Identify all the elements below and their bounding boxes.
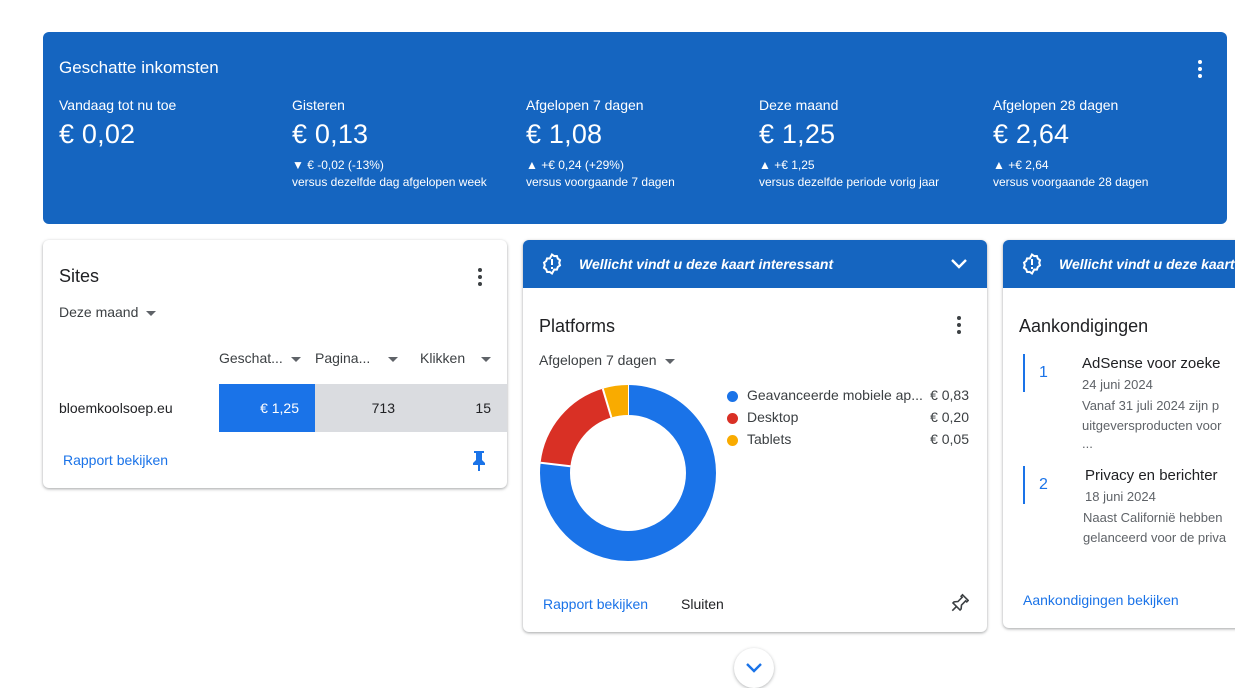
metric-label: Vandaag tot nu toe [59, 97, 177, 113]
column-header-pageviews[interactable]: Pagina... [315, 350, 399, 366]
legend-amount: € 0,05 [930, 431, 969, 447]
legend-dot [727, 413, 738, 424]
legend-dot [727, 391, 738, 402]
earnings-card: Geschatte inkomsten Vandaag tot nu toe €… [43, 32, 1227, 224]
legend-amount: € 0,83 [930, 387, 969, 403]
item-title: Privacy en berichter [1085, 467, 1218, 484]
site-name: bloemkoolsoep.eu [59, 400, 173, 416]
suggestion-banner[interactable]: Wellicht vindt u deze kaart interessant [523, 240, 987, 288]
report-link[interactable]: Rapport bekijken [63, 452, 168, 468]
pin-filled-icon[interactable] [470, 450, 488, 472]
metric-value: € 1,25 [759, 119, 836, 149]
period-dropdown[interactable]: Deze maand [59, 304, 157, 320]
metric-yesterday: Gisteren € 0,13 ▼ € -0,02 (-13%) versus … [292, 97, 517, 189]
announcements-card: Wellicht vindt u deze kaart i Aankondigi… [1003, 240, 1235, 628]
cell-clicks: 15 [411, 384, 507, 432]
platforms-card: Wellicht vindt u deze kaart interessant … [523, 240, 987, 632]
item-body-line: Vanaf 31 juli 2024 zijn p [1082, 398, 1220, 413]
metric-comparison: versus voorgaande 7 dagen [526, 175, 675, 189]
metric-this-month: Deze maand € 1,25 ▲ +€ 1,25 versus dezel… [759, 97, 984, 189]
legend-amount: € 0,20 [930, 409, 969, 425]
period-label: Deze maand [59, 304, 139, 320]
more-vert-icon[interactable] [1191, 58, 1209, 80]
legend-item: Desktop € 0,20 [723, 409, 969, 427]
lightbulb-alert-icon [1020, 252, 1044, 276]
metric-change: ▲ +€ 2,64 [993, 158, 1049, 172]
item-number: 2 [1039, 476, 1048, 493]
more-vert-icon[interactable] [950, 314, 968, 336]
metric-value: € 1,08 [526, 119, 603, 149]
cell-value: 713 [371, 400, 395, 416]
metric-value: € 2,64 [993, 119, 1070, 149]
sort-icon [290, 356, 301, 362]
cell-earnings: € 1,25 [219, 384, 315, 432]
column-label: Klikken [420, 350, 466, 366]
chevron-down-icon [746, 663, 762, 673]
item-body-line: gelanceerd voor de priva [1083, 530, 1227, 545]
metric-label: Afgelopen 7 dagen [526, 97, 644, 113]
metric-label: Afgelopen 28 dagen [993, 97, 1119, 113]
sort-icon [481, 356, 492, 362]
metric-label: Gisteren [292, 97, 345, 113]
banner-text: Wellicht vindt u deze kaart interessant [579, 256, 834, 272]
more-vert-icon[interactable] [471, 266, 489, 288]
suggestion-banner[interactable]: Wellicht vindt u deze kaart i [1003, 240, 1235, 288]
metric-comparison: versus voorgaande 28 dagen [993, 175, 1149, 189]
caret-down-icon [146, 310, 157, 316]
item-body-line: Naast Californië hebben [1083, 510, 1223, 525]
earnings-title: Geschatte inkomsten [59, 58, 219, 77]
column-label: Geschat... [219, 350, 283, 366]
metric-change: ▼ € -0,02 (-13%) [292, 158, 384, 172]
metric-change: ▲ +€ 0,24 (+29%) [526, 158, 624, 172]
legend-item: Tablets € 0,05 [723, 431, 969, 449]
column-label: Pagina... [315, 350, 371, 366]
pin-outline-icon[interactable] [949, 593, 970, 615]
banner-text: Wellicht vindt u deze kaart i [1059, 256, 1235, 272]
metric-value: € 0,02 [59, 119, 136, 149]
item-title: AdSense voor zoeke [1082, 355, 1221, 372]
item-number: 1 [1039, 364, 1048, 381]
chevron-down-icon[interactable] [949, 256, 969, 272]
metric-comparison: versus dezelfde periode vorig jaar [759, 175, 940, 189]
item-accent-bar [1023, 354, 1025, 392]
legend-item: Geavanceerde mobiele ap... € 0,83 [723, 387, 969, 405]
platforms-title: Platforms [539, 316, 616, 336]
caret-down-icon [664, 358, 675, 364]
metric-comparison: versus dezelfde dag afgelopen week [292, 175, 487, 189]
period-label: Afgelopen 7 dagen [539, 352, 657, 368]
view-announcements-link[interactable]: Aankondigingen bekijken [1023, 592, 1179, 608]
close-button[interactable]: Sluiten [681, 596, 724, 612]
column-header-earnings[interactable]: Geschat... [219, 350, 301, 366]
sites-title: Sites [59, 266, 100, 286]
metric-change: ▲ +€ 1,25 [759, 158, 815, 172]
lightbulb-alert-icon [540, 252, 564, 276]
announcements-title: Aankondigingen [1019, 316, 1149, 336]
legend-dot [727, 435, 738, 446]
item-date: 24 juni 2024 [1082, 377, 1153, 392]
item-body-ellipsis: ... [1082, 436, 1093, 451]
metric-label: Deze maand [759, 97, 839, 113]
cell-pageviews: 713 [315, 384, 411, 432]
platforms-donut-chart [540, 385, 716, 561]
item-body-line: uitgeversproducten voor [1082, 418, 1222, 433]
cell-value: 15 [475, 400, 491, 416]
metric-last-28-days: Afgelopen 28 dagen € 2,64 ▲ +€ 2,64 vers… [993, 97, 1218, 189]
sites-card: Sites Deze maand Geschat... Pagina... Kl… [43, 240, 507, 488]
column-header-clicks[interactable]: Klikken [420, 350, 492, 366]
legend-label: Desktop [747, 409, 799, 425]
metric-value: € 0,13 [292, 119, 369, 149]
item-date: 18 juni 2024 [1085, 489, 1156, 504]
legend-label: Geavanceerde mobiele ap... [747, 387, 923, 403]
report-link[interactable]: Rapport bekijken [543, 596, 648, 612]
legend-label: Tablets [747, 431, 792, 447]
metric-last-7-days: Afgelopen 7 dagen € 1,08 ▲ +€ 0,24 (+29%… [526, 97, 751, 189]
item-accent-bar [1023, 466, 1025, 504]
period-dropdown[interactable]: Afgelopen 7 dagen [539, 352, 675, 368]
table-row[interactable]: bloemkoolsoep.eu € 1,25 713 15 [43, 384, 507, 432]
sort-icon [388, 356, 399, 362]
cell-value: € 1,25 [260, 400, 299, 416]
scroll-down-button[interactable] [734, 648, 774, 688]
metric-today: Vandaag tot nu toe € 0,02 [59, 97, 284, 150]
